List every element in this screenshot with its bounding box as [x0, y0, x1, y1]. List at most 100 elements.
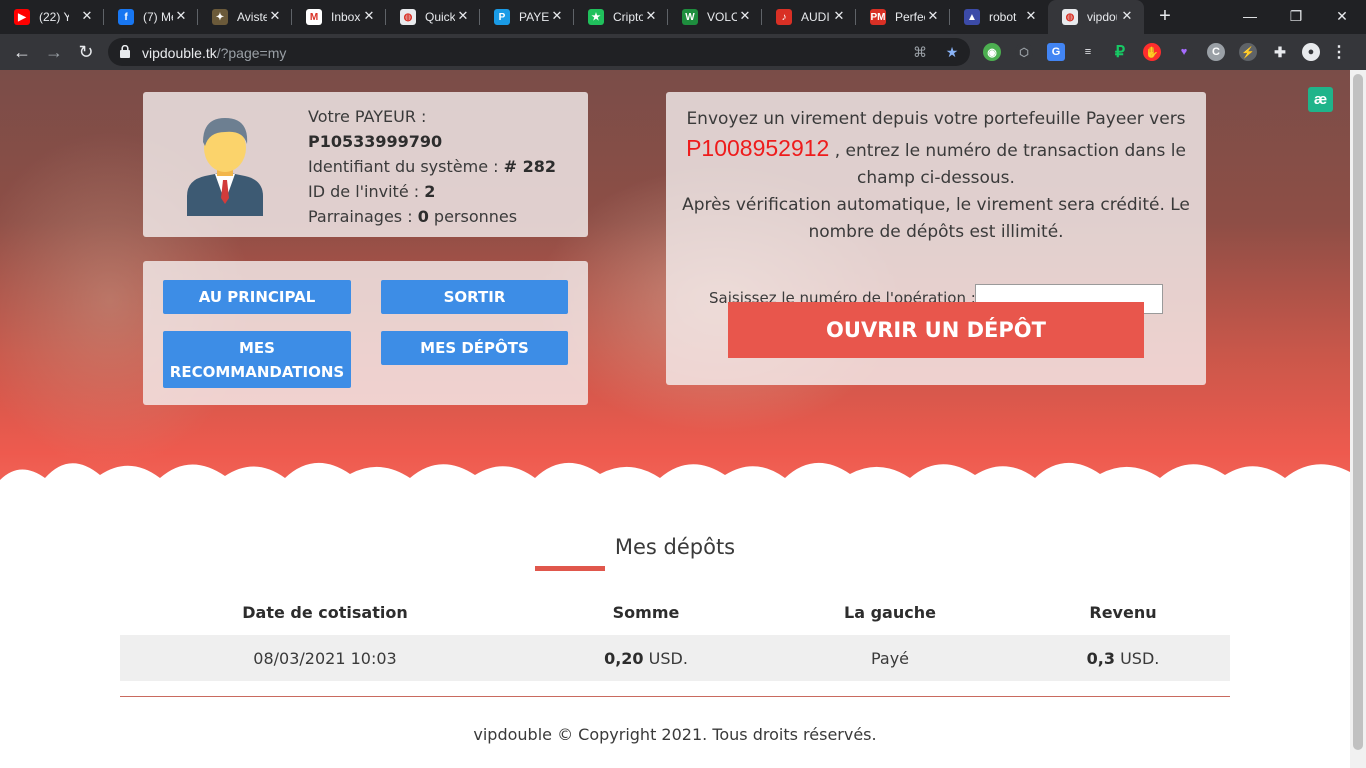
tab-title: robot: [989, 10, 1017, 24]
scrollbar-thumb[interactable]: [1353, 74, 1363, 750]
page-scrollbar[interactable]: [1350, 70, 1366, 768]
tab-favicon-icon: ▶: [14, 9, 30, 25]
browser-tab[interactable]: W VOLO ✕: [668, 0, 762, 34]
column-header-revenue: Revenu: [1089, 603, 1157, 622]
extension-bolt-icon[interactable]: ⚡: [1239, 43, 1257, 61]
tab-favicon-icon: W: [682, 9, 698, 25]
tab-close-icon[interactable]: ✕: [174, 9, 188, 23]
browser-menu-icon[interactable]: ⋮: [1330, 43, 1348, 61]
open-deposit-button[interactable]: OUVRIR UN DÉPÔT: [728, 302, 1144, 358]
tab-title: (22) YouTube: [39, 10, 69, 24]
browser-tab[interactable]: ★ Cripto ✕: [574, 0, 668, 34]
restore-icon[interactable]: ❐: [1284, 4, 1308, 28]
deposit-text-before: Envoyez un virement depuis votre portefe…: [686, 109, 1186, 129]
extension-heart-icon[interactable]: ♥: [1175, 43, 1193, 61]
extension-badge-icon[interactable]: æ: [1308, 87, 1333, 112]
profile-avatar-icon[interactable]: ●: [1302, 43, 1320, 61]
payer-label: Votre PAYEUR :: [308, 107, 427, 126]
browser-tab[interactable]: ▶ (22) YouTube ✕: [0, 0, 104, 34]
recommendations-line1: MES: [239, 338, 275, 357]
tab-favicon-icon: f: [118, 9, 134, 25]
forward-icon[interactable]: →: [42, 40, 66, 64]
browser-tab[interactable]: PM Perfect✕: [856, 0, 950, 34]
tab-close-icon[interactable]: ✕: [926, 9, 940, 23]
extensions-puzzle-icon[interactable]: ✚: [1271, 43, 1289, 61]
main-page-button[interactable]: AU PRINCIPAL: [163, 280, 351, 314]
tab-title: Inbox: [331, 10, 361, 24]
tab-title: Quick: [425, 10, 455, 24]
extension-p-icon[interactable]: ₽: [1111, 43, 1129, 61]
extension-translate-icon[interactable]: G: [1047, 43, 1065, 61]
browser-tab[interactable]: ◍ Quick ✕: [386, 0, 480, 34]
tab-close-icon[interactable]: ✕: [550, 9, 564, 23]
browser-tab[interactable]: ♪ AUDI ✕: [762, 0, 856, 34]
address-bar[interactable]: vipdouble.tk/?page=my ⌘ ★: [108, 38, 970, 66]
table-row: 08/03/2021 10:03 0,20 USD. Payé 0,3 USD.: [120, 635, 1230, 681]
my-deposits-button[interactable]: MES DÉPÔTS: [381, 331, 568, 365]
tab-close-icon[interactable]: ✕: [1024, 9, 1038, 23]
row-amount-unit: USD.: [643, 649, 688, 668]
guest-id-label: ID de l'invité :: [308, 182, 425, 201]
tab-title: Cripto: [613, 10, 643, 24]
tab-close-icon[interactable]: ✕: [80, 9, 94, 23]
table-divider: [120, 696, 1230, 697]
tab-close-icon[interactable]: ✕: [738, 9, 752, 23]
user-avatar-icon: [187, 118, 263, 216]
deposit-text-after: , entrez le numéro de transaction dans l…: [829, 141, 1186, 188]
tab-favicon-icon: ★: [588, 9, 604, 25]
extension-list-icon[interactable]: ≡: [1079, 43, 1097, 61]
row-amount-value: 0,20: [604, 649, 644, 668]
payeer-account-number: P1008952912: [686, 135, 830, 161]
tab-title: PAYEER: [519, 10, 549, 24]
browser-tab[interactable]: ◍ vipdouble✕: [1048, 0, 1144, 34]
recommendations-line2: RECOMMANDATIONS: [169, 362, 345, 381]
cloud-divider: [0, 462, 1350, 510]
system-id-label: Identifiant du système :: [308, 157, 504, 176]
tab-favicon-icon: ✦: [212, 9, 228, 25]
browser-toolbar: ← → ↻ vipdouble.tk/?page=my ⌘ ★ ◉ ⬡ G ≡ …: [0, 34, 1366, 70]
section-title: Mes dépôts: [614, 535, 736, 559]
tab-title: VOLO: [707, 10, 737, 24]
extension-hand-icon[interactable]: ✋: [1143, 43, 1161, 61]
row-revenue: 0,3 USD.: [1023, 649, 1223, 668]
tab-title: Perfect: [895, 10, 925, 24]
lock-icon: [120, 45, 130, 58]
browser-tab[interactable]: M Inbox ✕: [292, 0, 386, 34]
column-header-amount: Somme: [612, 603, 680, 622]
tab-favicon-icon: ◍: [400, 9, 416, 25]
profile-info: Votre PAYEUR : P10533999790 Identifiant …: [308, 104, 556, 229]
extension-globe-icon[interactable]: ◉: [983, 43, 1001, 61]
logout-button[interactable]: SORTIR: [381, 280, 568, 314]
browser-tab[interactable]: ▲ robot ✕: [950, 0, 1048, 34]
translate-icon[interactable]: ⌘: [911, 43, 929, 61]
tab-close-icon[interactable]: ✕: [362, 9, 376, 23]
referrals-unit: personnes: [428, 207, 518, 226]
new-tab-button[interactable]: +: [1154, 5, 1176, 27]
page-viewport: Votre PAYEUR : P10533999790 Identifiant …: [0, 70, 1350, 768]
column-header-date: Date de cotisation: [242, 603, 408, 622]
url-text: vipdouble.tk/?page=my: [142, 45, 287, 61]
deposit-text-info: Après vérification automatique, le virem…: [682, 195, 1190, 242]
tab-close-icon[interactable]: ✕: [832, 9, 846, 23]
tab-title: vipdouble: [1087, 10, 1117, 24]
extension-c-icon[interactable]: C: [1207, 43, 1225, 61]
extension-shield-icon[interactable]: ⬡: [1015, 43, 1033, 61]
reload-icon[interactable]: ↻: [74, 40, 98, 64]
tab-close-icon[interactable]: ✕: [1120, 9, 1134, 23]
tab-close-icon[interactable]: ✕: [268, 9, 282, 23]
account-menu: AU PRINCIPAL SORTIR MES RECOMMANDATIONS …: [143, 261, 588, 405]
tab-close-icon[interactable]: ✕: [644, 9, 658, 23]
bookmark-star-icon[interactable]: ★: [943, 43, 961, 61]
browser-tab[interactable]: ✦ Aviste ✕: [198, 0, 292, 34]
back-icon[interactable]: ←: [10, 40, 34, 64]
deposit-instructions: Envoyez un virement depuis votre portefe…: [678, 104, 1194, 246]
tab-strip: ▶(22) YouTube✕f(7) Messenger✕✦Aviste✕MIn…: [0, 0, 1366, 34]
profile-card: Votre PAYEUR : P10533999790 Identifiant …: [143, 92, 588, 237]
tab-close-icon[interactable]: ✕: [456, 9, 470, 23]
recommendations-button[interactable]: MES RECOMMANDATIONS: [163, 331, 351, 388]
minimize-icon[interactable]: —: [1238, 4, 1262, 28]
browser-tab[interactable]: P PAYEER✕: [480, 0, 574, 34]
footer-copyright: vipdouble © Copyright 2021. Tous droits …: [473, 725, 877, 744]
browser-tab[interactable]: f (7) Messenger✕: [104, 0, 198, 34]
close-window-icon[interactable]: ✕: [1330, 4, 1354, 28]
